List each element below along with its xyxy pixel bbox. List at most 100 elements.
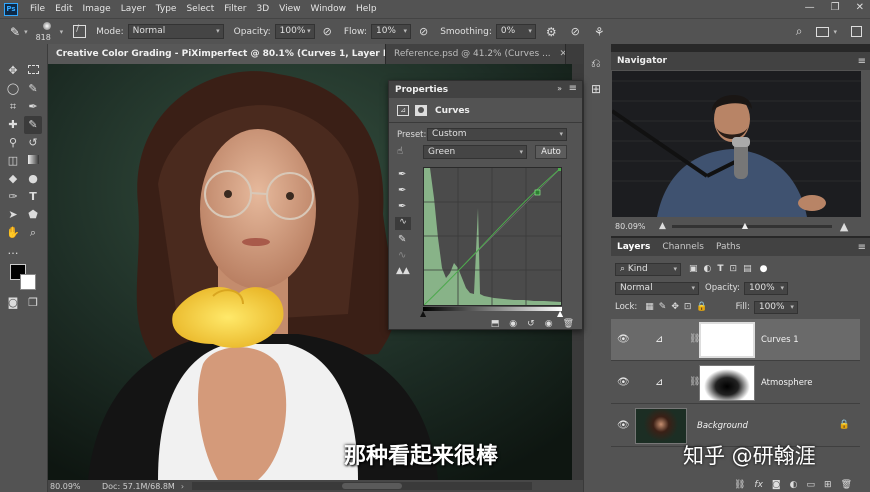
layer-thumbnail[interactable] — [635, 408, 687, 444]
blur-tool-icon[interactable]: ◆ — [4, 170, 22, 188]
pen-tool-icon[interactable]: ✑ — [4, 188, 22, 206]
airbrush-icon[interactable]: ⊘ — [419, 25, 428, 38]
background-color-swatch[interactable] — [20, 274, 36, 290]
layer-mask-thumbnail[interactable] — [699, 365, 755, 401]
eyedropper-tool-icon[interactable]: ✒ — [24, 98, 42, 116]
eyedropper-gray-icon[interactable]: ✒ — [398, 185, 406, 196]
brush-settings-icon[interactable]: / — [73, 24, 87, 38]
collapse-icon[interactable]: » — [557, 84, 562, 93]
menu-3d[interactable]: 3D — [257, 4, 270, 14]
group-folder-icon[interactable]: ▭ — [807, 480, 816, 490]
status-zoom[interactable]: 80.09% — [50, 482, 100, 491]
type-tool-icon[interactable]: T — [24, 188, 42, 206]
add-mask-icon[interactable]: ◙ — [772, 480, 781, 490]
navigator-zoom-value[interactable]: 80.09% — [615, 222, 655, 231]
smooth-curve-icon[interactable]: ∿ — [398, 250, 406, 261]
lock-image-icon[interactable]: ✎ — [659, 302, 667, 312]
menu-layer[interactable]: Layer — [121, 4, 146, 14]
panel-menu-icon[interactable]: ≡ — [569, 83, 577, 94]
restore-button[interactable]: ❐ — [831, 2, 840, 13]
layer-row-curves[interactable]: 👁 ⊿ ⛓ Curves 1 — [611, 319, 860, 361]
workspace-icon[interactable] — [816, 26, 830, 37]
filter-smart-object-icon[interactable]: ▤ — [743, 264, 752, 274]
close-button[interactable]: ✕ — [856, 2, 864, 13]
view-previous-icon[interactable]: ◉ — [509, 319, 517, 329]
fx-icon[interactable]: fx — [754, 480, 763, 490]
share-icon[interactable] — [851, 26, 862, 37]
auto-button[interactable]: Auto — [535, 145, 567, 159]
brush-tool-icon[interactable]: ✎ — [24, 116, 42, 134]
lock-artboard-icon[interactable]: ⊡ — [684, 302, 692, 312]
chevron-down-icon[interactable]: ▾ — [24, 28, 28, 36]
eye-icon[interactable]: 👁 — [617, 334, 630, 345]
zoom-in-icon[interactable]: ▲ — [840, 220, 848, 233]
properties-panel-icon[interactable]: ⊞ — [591, 82, 601, 96]
eyedropper-black-icon[interactable]: ✒ — [398, 169, 406, 180]
shape-tool-icon[interactable]: ⬟ — [24, 206, 42, 224]
eraser-tool-icon[interactable]: ◫ — [4, 152, 22, 170]
properties-tab[interactable]: Properties — [395, 85, 448, 95]
zoom-out-icon[interactable]: ▲ — [659, 221, 666, 231]
eye-icon[interactable]: 👁 — [617, 377, 630, 388]
panel-menu-icon[interactable]: ≡ — [858, 242, 866, 253]
history-panel-icon[interactable]: ⎌ — [591, 56, 601, 71]
navigator-preview[interactable] — [612, 71, 861, 217]
menu-select[interactable]: Select — [186, 4, 214, 14]
scroll-thumb[interactable] — [342, 483, 403, 489]
symmetry-icon[interactable]: ⚘ — [594, 25, 605, 39]
pencil-draw-icon[interactable]: ✎ — [398, 234, 406, 245]
new-layer-icon[interactable]: ⊞ — [824, 480, 832, 490]
menu-type[interactable]: Type — [156, 4, 177, 14]
menu-edit[interactable]: Edit — [55, 4, 72, 14]
zoom-slider[interactable]: ▲ — [671, 221, 832, 230]
layer-name[interactable]: Background — [697, 421, 748, 431]
menu-view[interactable]: View — [279, 4, 300, 14]
tab-creative-color-grading[interactable]: Creative Color Grading - PiXimperfect @ … — [48, 44, 386, 64]
marquee-tool-icon[interactable] — [24, 62, 42, 80]
link-layers-icon[interactable]: ⛓ — [734, 480, 745, 490]
layer-name[interactable]: Curves 1 — [761, 335, 799, 345]
curves-graph[interactable] — [423, 167, 562, 306]
chevron-down-icon[interactable]: ▾ — [60, 28, 64, 36]
tab-reference[interactable]: Reference.psd @ 41.2% (Curves ... ✕ — [386, 44, 566, 64]
more-tools-icon[interactable]: … — [4, 242, 22, 260]
curve-point-tool-icon[interactable]: ∿ — [395, 217, 411, 230]
pressure-size-icon[interactable]: ⊘ — [571, 25, 580, 38]
blend-mode-select[interactable]: Normal ▾ — [615, 281, 699, 295]
trash-icon[interactable]: 🗑 — [841, 480, 852, 490]
filter-adjustment-icon[interactable]: ◐ — [704, 264, 712, 274]
search-icon[interactable]: ⌕ — [796, 24, 803, 39]
pressure-opacity-icon[interactable]: ⊘ — [323, 25, 332, 38]
status-doc-size[interactable]: Doc: 57.1M/68.8M — [102, 482, 175, 491]
curves-adjustment-icon[interactable]: ⊿ — [397, 105, 409, 116]
zoom-slider-handle[interactable]: ▲ — [742, 221, 748, 230]
fill-field[interactable]: 100% ▾ — [753, 300, 798, 314]
preset-select[interactable]: Custom ▾ — [427, 128, 567, 141]
filter-pixel-icon[interactable]: ▣ — [689, 264, 698, 274]
quick-select-tool-icon[interactable]: ✎ — [24, 80, 42, 98]
clipping-warning-icon[interactable]: ▲▲ — [396, 266, 410, 276]
clone-stamp-tool-icon[interactable]: ⚲ — [4, 134, 22, 152]
flow-field[interactable]: 10% ▾ — [370, 24, 411, 39]
layer-row-atmosphere[interactable]: 👁 ⊿ ⛓ Atmosphere — [611, 362, 860, 404]
hand-tool-icon[interactable]: ✋ — [4, 224, 22, 242]
crop-tool-icon[interactable]: ⌗ — [4, 98, 22, 116]
path-selection-tool-icon[interactable]: ➤ — [4, 206, 22, 224]
tab-paths[interactable]: Paths — [716, 242, 740, 252]
eyedropper-white-icon[interactable]: ✒ — [398, 201, 406, 212]
filter-shape-icon[interactable]: ⊡ — [730, 264, 738, 274]
layer-mask-thumbnail[interactable] — [699, 322, 755, 358]
history-brush-tool-icon[interactable]: ↺ — [24, 134, 42, 152]
mode-select[interactable]: Normal ▾ — [127, 24, 224, 39]
lock-transparent-icon[interactable]: ▦ — [645, 302, 654, 312]
layer-name[interactable]: Atmosphere — [761, 378, 812, 388]
gradient-tool-icon[interactable] — [24, 152, 42, 170]
mask-icon[interactable] — [415, 105, 427, 116]
menu-help[interactable]: Help — [356, 4, 377, 14]
adjustment-layer-icon[interactable]: ◐ — [790, 480, 798, 490]
panel-menu-icon[interactable]: ≡ — [858, 56, 866, 67]
brush-preset-picker[interactable]: 818 — [36, 21, 58, 43]
filter-toggle-icon[interactable]: ● — [760, 264, 768, 274]
minimize-button[interactable]: — — [805, 2, 815, 13]
filter-kind-select[interactable]: ⌕ Kind ▾ — [615, 262, 681, 276]
